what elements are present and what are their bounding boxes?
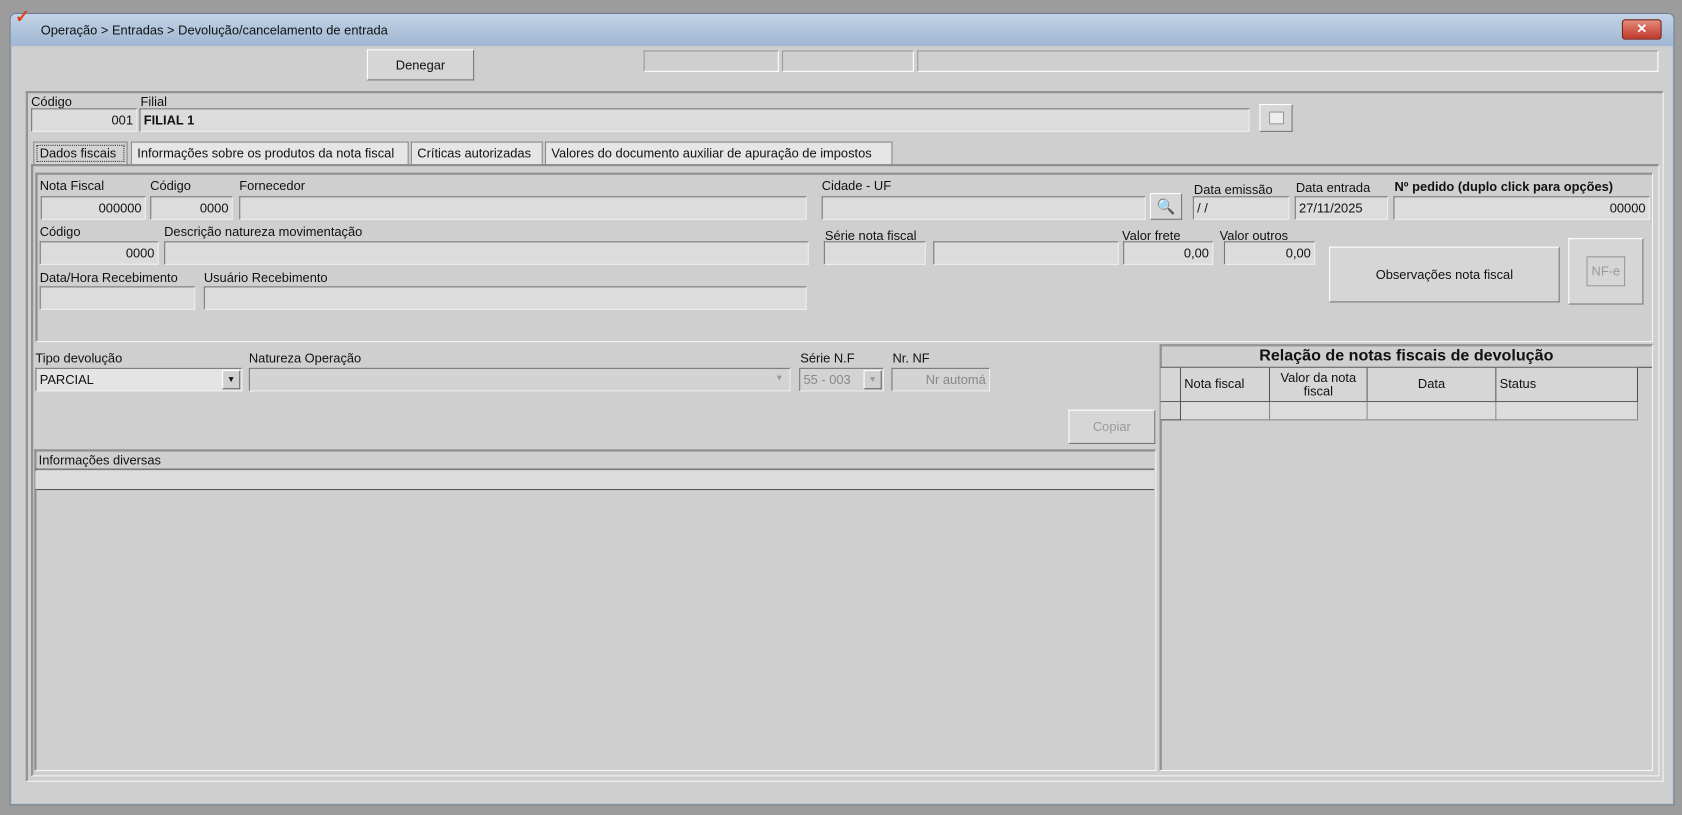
filial-label: Filial	[140, 94, 167, 110]
copiar-button[interactable]: Copiar	[1068, 409, 1156, 444]
pedido-field[interactable]: 00000	[1393, 196, 1650, 220]
informacoes-diversas-label: Informações diversas	[35, 450, 1155, 470]
informacoes-diversas-field[interactable]	[35, 470, 1155, 491]
search-icon: 🔍	[1156, 197, 1176, 215]
status-panel-2	[781, 50, 914, 72]
nr-nf-label: Nr. NF	[892, 350, 930, 366]
window-title: Operação > Entradas > Devolução/cancelam…	[40, 22, 388, 38]
status-panel-1	[643, 50, 779, 72]
fornecedor-label: Fornecedor	[239, 178, 306, 194]
cidade-label: Cidade - UF	[821, 178, 892, 194]
natureza-operacao-select[interactable]: ▼	[248, 367, 791, 392]
data-entrada-field[interactable]: 27/11/2025	[1294, 196, 1389, 220]
column-status[interactable]: Status	[1496, 367, 1639, 403]
descricao-natureza-field[interactable]	[164, 241, 809, 265]
serie-nf-value: 55 - 003	[803, 372, 851, 388]
nfe-button[interactable]: NF-e	[1568, 238, 1644, 305]
cidade-field[interactable]	[821, 196, 1146, 220]
serie-nf-select[interactable]: 55 - 003 ▼	[799, 367, 884, 392]
close-button[interactable]: ✕	[1621, 19, 1662, 40]
data-emissao-field[interactable]: / /	[1192, 196, 1290, 220]
codigo-label: Código	[31, 94, 72, 110]
tab-valores-documento[interactable]: Valores do documento auxiliar de apuraçã…	[544, 141, 893, 166]
pedido-label: Nº pedido (duplo click para opções)	[1394, 179, 1614, 195]
nota-fiscal-label: Nota Fiscal	[39, 178, 105, 194]
codigo-field[interactable]: 001	[31, 108, 138, 132]
row-indicator[interactable]	[1160, 402, 1182, 421]
filial-field[interactable]: FILIAL 1	[139, 108, 1250, 132]
codigo-fornecedor-label: Código	[150, 178, 191, 194]
denegar-button[interactable]: Denegar	[366, 49, 475, 81]
descricao-natureza-label: Descrição natureza movimentação	[164, 224, 363, 240]
lookup-icon	[1268, 111, 1284, 125]
codigo-natureza-field[interactable]: 0000	[39, 241, 159, 265]
serie-nf-label: Série N.F	[800, 350, 855, 366]
nota-fiscal-field[interactable]: 000000	[40, 196, 146, 220]
grid-indicator-header	[1160, 367, 1182, 403]
tab-dados-fiscais[interactable]: Dados fiscais	[33, 141, 128, 166]
natureza-operacao-label: Natureza Operação	[248, 350, 362, 366]
tab-informacoes-produtos[interactable]: Informações sobre os produtos da nota fi…	[130, 141, 409, 166]
valor-outros-field[interactable]: 0,00	[1223, 241, 1316, 265]
nfe-monitor-icon: NF-e	[1586, 256, 1626, 287]
column-data[interactable]: Data	[1367, 367, 1497, 403]
cidade-search-button[interactable]: 🔍	[1149, 193, 1183, 220]
usuario-recebimento-field[interactable]	[203, 286, 807, 310]
app-logo-icon: ✓	[15, 6, 31, 27]
data-recebimento-field[interactable]	[39, 286, 196, 310]
usuario-recebimento-label: Usuário Recebimento	[203, 270, 328, 286]
table-cell[interactable]	[1496, 402, 1639, 421]
column-valor-nota[interactable]: Valor da nota fiscal	[1270, 367, 1368, 403]
nr-nf-field[interactable]: Nr automá	[891, 367, 991, 392]
tipo-devolucao-value: PARCIAL	[39, 372, 94, 388]
table-cell[interactable]	[1270, 402, 1368, 421]
chevron-down-icon: ▼	[863, 369, 882, 390]
chevron-down-icon: ▼	[770, 369, 789, 390]
codigo-fornecedor-field[interactable]: 0000	[150, 196, 233, 220]
tipo-devolucao-label: Tipo devolução	[35, 350, 123, 366]
serie-nota-fiscal-field[interactable]	[823, 241, 926, 265]
codigo-natureza-label: Código	[39, 224, 81, 240]
serie-nota-fiscal-field-2[interactable]	[933, 241, 1119, 265]
filial-lookup-button[interactable]	[1259, 104, 1293, 132]
relacao-title: Relação de notas fiscais de devolução	[1160, 345, 1652, 368]
observacoes-button[interactable]: Observações nota fiscal	[1329, 246, 1560, 303]
data-entrada-label: Data entrada	[1295, 180, 1371, 196]
data-emissao-label: Data emissão	[1193, 182, 1273, 198]
chevron-down-icon: ▼	[222, 369, 241, 390]
table-cell[interactable]	[1367, 402, 1497, 421]
status-panel-3	[917, 50, 1659, 72]
table-cell[interactable]	[1181, 402, 1271, 421]
column-nota-fiscal[interactable]: Nota fiscal	[1181, 367, 1271, 403]
tipo-devolucao-select[interactable]: PARCIAL ▼	[35, 367, 243, 392]
fornecedor-field[interactable]	[239, 196, 807, 220]
data-recebimento-label: Data/Hora Recebimento	[39, 270, 178, 286]
tab-criticas-autorizadas[interactable]: Críticas autorizadas	[410, 141, 543, 166]
valor-frete-field[interactable]: 0,00	[1123, 241, 1214, 265]
informacoes-diversas-box	[34, 449, 1157, 772]
